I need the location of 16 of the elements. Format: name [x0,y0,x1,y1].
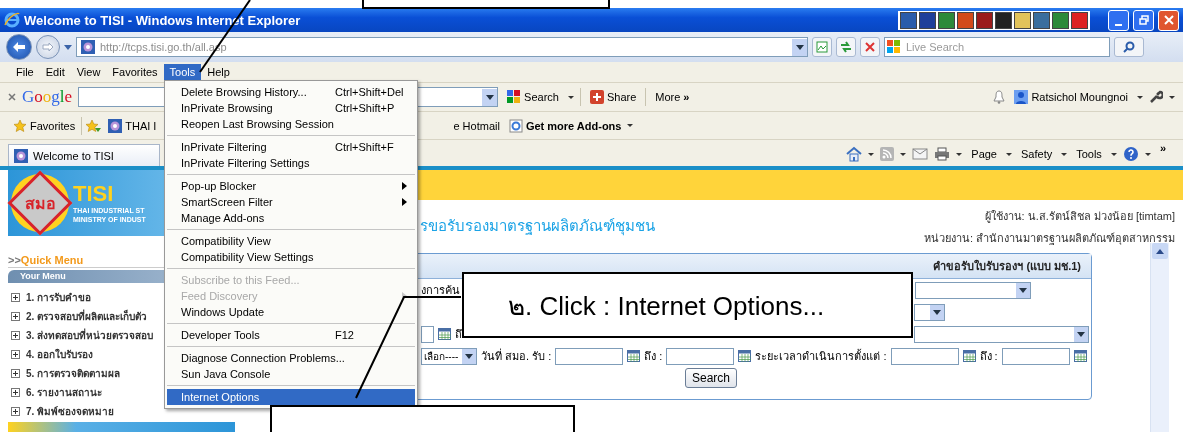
field-label: ถึง : [979,349,998,364]
field-label: ถึ [455,327,462,342]
field-label: ระยะเวลาดำเนินการตั้งแต่ : [755,348,887,364]
quick-menu-heading: Quick Menu [20,254,84,266]
field-label: งการค้น [421,283,461,298]
page-title: รขอรับรองมาตรฐานผลิตภัณฑ์ชุมชน [420,216,655,238]
emblem-text: สมอ [24,193,56,214]
field-label: ถึง : [644,349,663,364]
callout-text: ๒. Click : Internet Options... [462,272,913,338]
quick-menu-prefix: >> [8,254,21,266]
user-info: ผู้ใช้งาน: น.ส.รัตน์สิชล ม่วงน้อย [timtam] [984,209,1175,225]
field-label: วันที่ สมอ. รับ : [481,347,552,364]
toolbar-logo: Google [22,87,73,107]
select-value: เลือก---- [424,349,459,364]
logo-name: TISI [73,183,115,205]
unit-info: หน่วยงาน: สำนักงานมาตรฐานผลิตภัณฑ์อุตสาหกรรม [923,231,1175,247]
